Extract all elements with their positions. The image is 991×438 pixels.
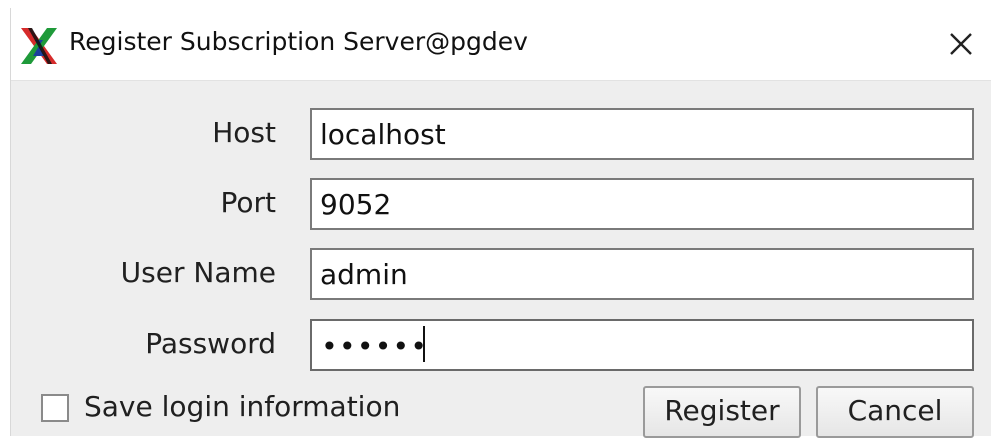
- password-masked-value: ••••••: [321, 330, 429, 363]
- password-label: Password: [145, 327, 276, 360]
- text-caret: [423, 326, 425, 362]
- port-input[interactable]: [310, 178, 974, 230]
- username-label: User Name: [120, 256, 276, 289]
- window-title: Register Subscription Server@pgdev: [69, 27, 528, 56]
- close-icon[interactable]: [939, 22, 983, 66]
- x-app-icon: [21, 28, 57, 64]
- host-input[interactable]: [310, 108, 974, 160]
- host-label: Host: [212, 116, 276, 149]
- username-input[interactable]: [310, 248, 974, 300]
- save-login-checkbox[interactable]: [41, 394, 69, 422]
- port-label: Port: [220, 186, 276, 219]
- register-dialog: Register Subscription Server@pgdev Host …: [10, 8, 991, 438]
- save-login-label[interactable]: Save login information: [84, 390, 400, 423]
- register-button[interactable]: Register: [643, 386, 801, 438]
- title-bar: Register Subscription Server@pgdev: [11, 8, 991, 81]
- cancel-button[interactable]: Cancel: [816, 386, 974, 438]
